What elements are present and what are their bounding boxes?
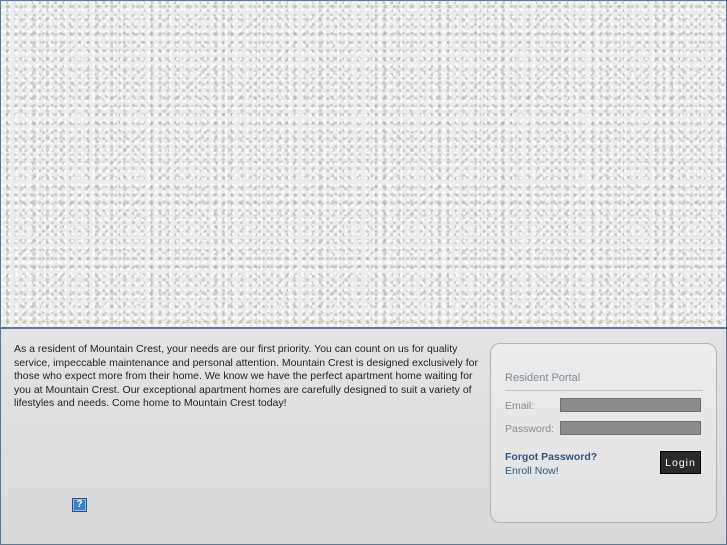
email-field[interactable] [560, 398, 701, 412]
forgot-password-link[interactable]: Forgot Password? [505, 451, 597, 463]
hero-texture-banner [1, 1, 726, 327]
resident-portal-panel: Resident Portal Email: Password: Forgot … [490, 343, 717, 523]
login-button[interactable]: Login [660, 451, 701, 474]
portal-divider [505, 390, 703, 391]
help-icon[interactable]: ? [72, 498, 87, 512]
email-label: Email: [505, 400, 535, 412]
password-field[interactable] [560, 421, 701, 435]
enroll-now-link[interactable]: Enroll Now! [505, 465, 559, 477]
password-label: Password: [505, 423, 555, 435]
portal-title: Resident Portal [505, 372, 581, 384]
intro-text: As a resident of Mountain Crest, your ne… [14, 343, 478, 409]
